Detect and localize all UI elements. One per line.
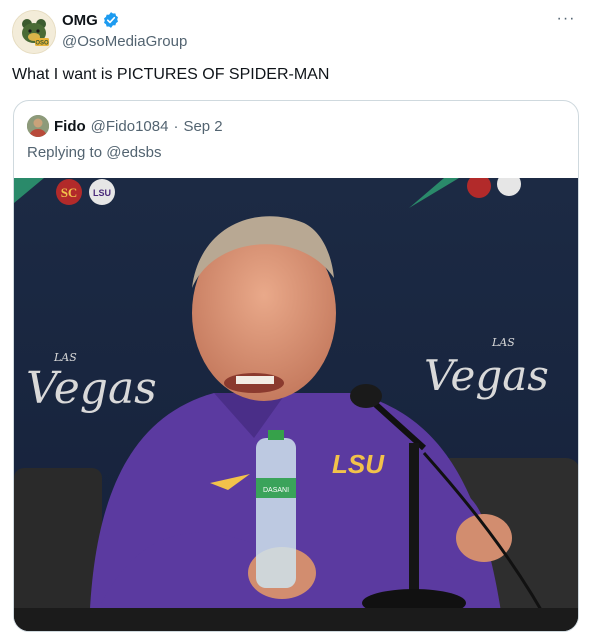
shirt-logo: LSU <box>332 449 385 479</box>
bear-logo-icon: OSO <box>13 11 55 53</box>
svg-text:Vegas: Vegas <box>424 351 549 400</box>
author-handle[interactable]: @OsoMediaGroup <box>62 33 187 50</box>
press-conference-photo: SC LSU LAS Vegas LAS Vegas LSU DASANI <box>14 172 578 631</box>
tweet-text: What I want is PICTURES OF SPIDER-MAN <box>12 66 330 83</box>
quoted-tweet-media[interactable]: SC LSU LAS Vegas LAS Vegas LSU DASANI <box>14 172 578 631</box>
quoted-tweet[interactable]: Fido @Fido1084 · Sep 2 Replying to @edsb… <box>13 100 579 632</box>
more-options-icon[interactable]: ··· <box>555 8 577 30</box>
quoted-tweet-date[interactable]: Sep 2 <box>183 118 222 135</box>
bottle-label: DASANI <box>263 487 289 494</box>
quoted-tweet-header: Fido @Fido1084 · Sep 2 <box>27 115 223 137</box>
svg-text:OSO: OSO <box>35 41 49 47</box>
author-name-row: OMG <box>62 11 120 29</box>
svg-text:SC: SC <box>61 185 78 200</box>
person-avatar-icon <box>27 115 49 137</box>
lsu-logo-left: LSU <box>93 188 111 198</box>
svg-text:Vegas: Vegas <box>26 363 157 414</box>
tweet: OSO OMG @OsoMediaGroup ··· What I want i… <box>0 0 591 644</box>
author-display-name[interactable]: OMG <box>62 12 98 29</box>
author-avatar[interactable]: OSO <box>12 10 56 54</box>
quoted-author-handle[interactable]: @Fido1084 <box>91 118 169 135</box>
quoted-author-name[interactable]: Fido <box>54 118 86 135</box>
svg-text:LAS: LAS <box>491 336 515 349</box>
separator-dot: · <box>173 117 179 135</box>
replying-to: Replying to @edsbs <box>27 144 162 161</box>
quoted-author-avatar[interactable] <box>27 115 49 137</box>
verified-badge-icon <box>103 12 118 28</box>
